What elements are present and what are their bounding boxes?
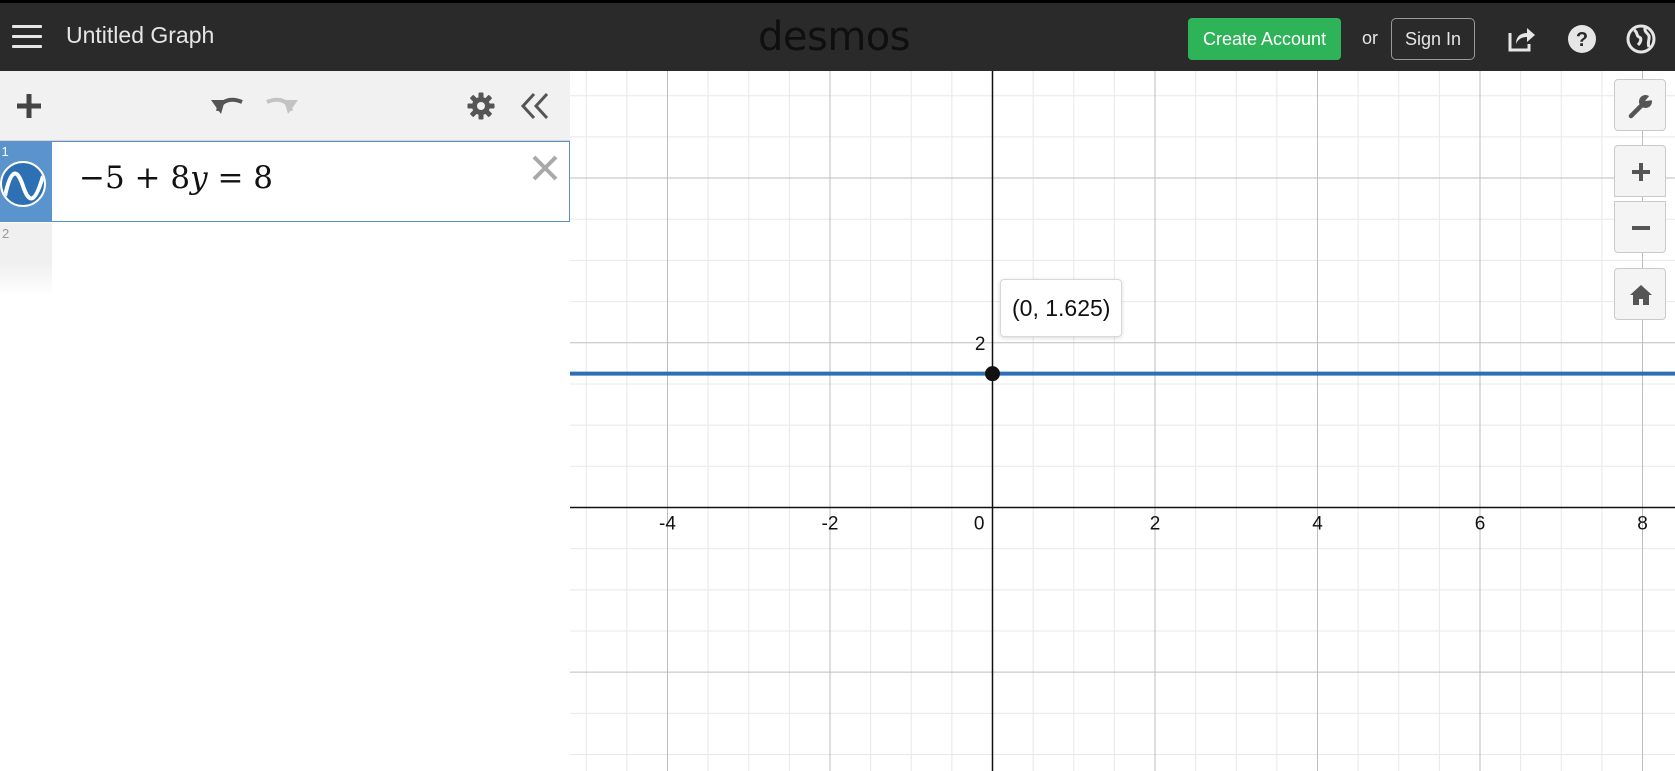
x-tick-label: 2 (1150, 513, 1161, 534)
or-text: or (1362, 28, 1379, 48)
intercept-point (985, 366, 1000, 382)
expression-row[interactable]: 1 −5 + 8y = 8 (0, 140, 570, 222)
home-icon (1630, 285, 1652, 305)
globe-icon[interactable] (1625, 23, 1657, 55)
expression-tab[interactable]: 1 (0, 140, 52, 222)
x-tick-label: 0 (974, 513, 985, 534)
point-coordinate-label[interactable]: (0, 1.625) (1000, 279, 1123, 337)
gear-icon[interactable] (466, 91, 496, 121)
x-tick-label: 4 (1312, 513, 1323, 534)
sign-in-button[interactable]: Sign In (1391, 18, 1476, 60)
graph-title[interactable]: Untitled Graph (66, 22, 214, 49)
top-bar: Untitled Graph desmos Create Account or … (0, 0, 1675, 71)
expression-tab[interactable]: 2 (0, 223, 52, 296)
help-icon[interactable]: ? (1566, 23, 1598, 55)
default-viewport-button[interactable] (1614, 268, 1666, 320)
plus-icon (1632, 163, 1650, 181)
x-tick-label: 8 (1637, 513, 1648, 534)
svg-text:?: ? (1576, 29, 1588, 51)
expression-index: 2 (2, 226, 10, 241)
hamburger-menu-icon[interactable] (12, 25, 42, 51)
expression-index: 1 (1, 143, 9, 159)
wrench-icon (1628, 95, 1654, 119)
x-tick-label: 6 (1475, 513, 1486, 534)
expression-math-variable: y (190, 160, 208, 196)
y-tick-label: 2 (975, 334, 986, 355)
undo-icon[interactable] (208, 89, 246, 119)
create-account-button[interactable]: Create Account (1188, 18, 1342, 60)
graph-paper[interactable]: -4 -2 0 2 4 6 8 2 (570, 71, 1675, 771)
expression-math-input[interactable]: −5 + 8y = 8 (79, 160, 273, 196)
zoom-out-button[interactable] (1614, 201, 1666, 253)
expression-math-part: = 8 (207, 160, 274, 196)
add-item-icon[interactable] (14, 91, 44, 121)
desmos-logo: desmos (758, 14, 911, 60)
expression-list-panel: 1 −5 + 8y = 8 2 (0, 71, 571, 771)
redo-icon[interactable] (263, 89, 301, 119)
expression-toolbar (0, 71, 570, 141)
expression-math-part: −5 + 8 (79, 160, 191, 196)
x-tick-label: -2 (822, 513, 839, 534)
x-tick-label: -4 (659, 513, 676, 534)
zoom-in-button[interactable] (1614, 145, 1666, 197)
minus-icon (1632, 226, 1650, 230)
delete-expression-icon[interactable] (529, 152, 561, 184)
graph-settings-button[interactable] (1614, 79, 1666, 131)
expression-row-empty[interactable]: 2 (0, 223, 570, 296)
graph-canvas[interactable]: -4 -2 0 2 4 6 8 2 (570, 71, 1675, 771)
graph-color-icon[interactable] (0, 160, 46, 207)
share-icon[interactable] (1505, 23, 1537, 55)
collapse-panel-icon[interactable] (519, 91, 551, 121)
